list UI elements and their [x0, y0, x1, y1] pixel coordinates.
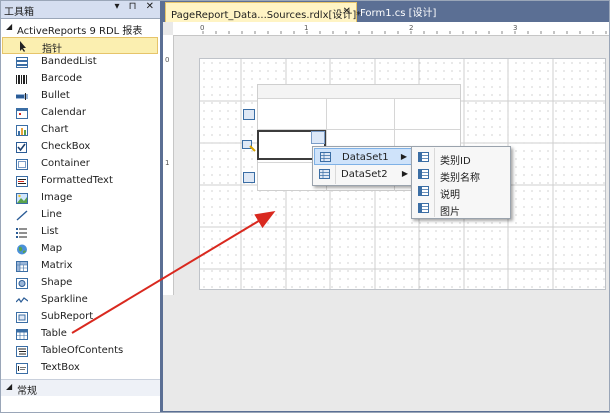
window-frame	[0, 0, 610, 413]
